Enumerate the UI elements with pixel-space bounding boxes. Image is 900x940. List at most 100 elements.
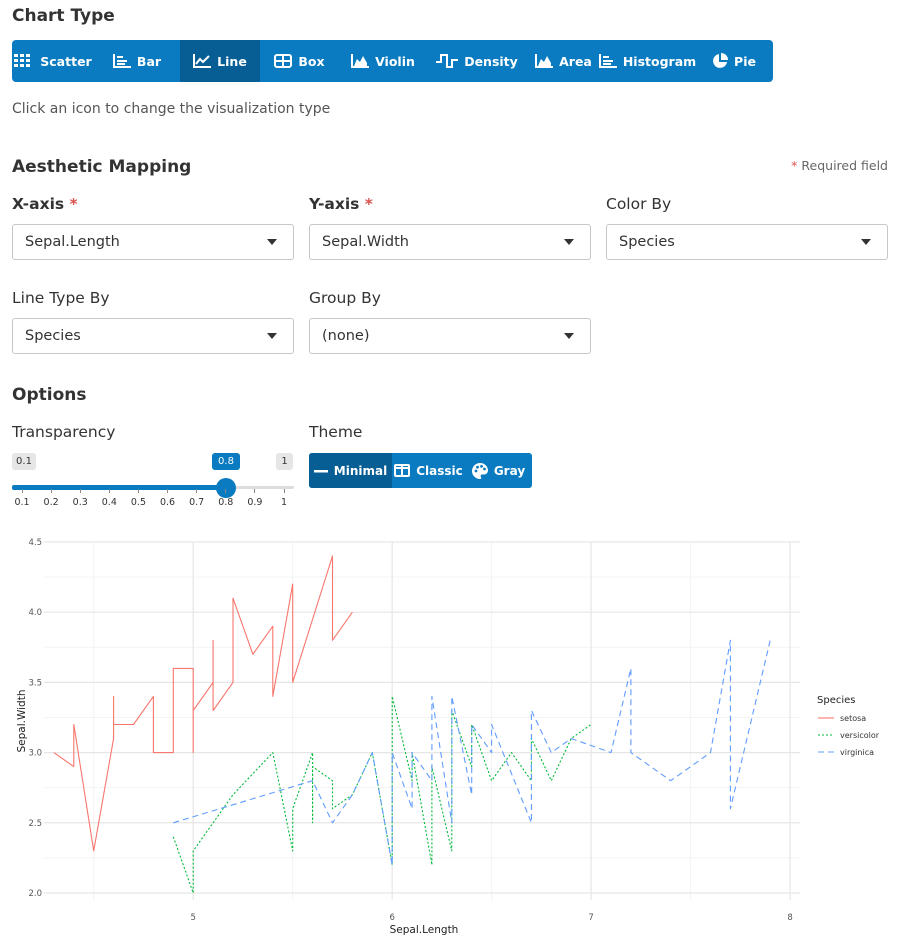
density-icon [436,54,464,68]
x-axis-label-text: X-axis [12,195,65,213]
slider-tick-label: 0.6 [159,497,176,508]
line-chart-icon [193,54,217,68]
area-icon [535,54,559,68]
slider-tick [21,489,23,493]
x-axis-label: X-axis * [12,195,78,213]
chart-type-button-label: Scatter [40,53,92,69]
chart-type-line-button[interactable]: Line [180,40,260,82]
slider-tick-label: 0.8 [218,497,234,508]
y-tick-label: 4.5 [28,538,42,548]
color-by-label: Color By [606,195,672,213]
theme-minimal-button[interactable]: Minimal [309,453,392,488]
x-tick-label: 6 [389,913,394,923]
slider-min-label: 0.1 [12,453,36,470]
series-line-setosa [53,555,353,852]
line-type-label: Line Type By [12,289,110,307]
slider-tick [50,489,52,493]
slider-tick-label: 0.5 [130,497,146,508]
x-axis-required-star: * [69,195,78,213]
chart-type-button-label: Area [559,53,592,69]
chart-type-button-label: Pie [734,53,756,69]
theme-button-label: Minimal [333,463,388,478]
y-axis-select-value: Sepal.Width [322,234,409,250]
y-axis-label: Y-axis * [309,195,373,213]
required-note: * Required field [791,158,888,173]
columns-icon [394,464,416,477]
slider-tick [167,489,169,493]
legend-label: versicolor [840,731,880,740]
x-axis-select[interactable]: Sepal.Length [12,224,294,260]
chart-type-button-label: Box [298,53,325,69]
theme-button-label: Classic [416,463,463,478]
line-chart: 5 6 7 8 2.0 2.5 3.0 3.5 4.0 4.5 Sepal.Length Sepal.… [16,538,880,936]
line-type-select-value: Species [25,328,81,344]
slider-max-label: 1 [276,453,293,470]
chart-type-bar-button[interactable]: Bar [94,40,180,82]
chart-type-toolbar: Scatter Bar Line Box Violin Density Area Histog… [12,40,773,82]
chart-type-pie-button[interactable]: Pie [695,40,773,82]
chevron-down-icon [267,333,277,339]
slider-tick-label: 0.7 [189,497,205,508]
chart-type-histogram-button[interactable]: Histogram [598,40,696,82]
aesthetic-heading: Aesthetic Mapping [12,157,192,177]
required-note-text: Required field [801,158,888,173]
chart-type-help: Click an icon to change the visualizatio… [12,101,331,117]
chart-type-scatter-button[interactable]: Scatter [12,40,94,82]
x-tick-label: 8 [787,913,792,923]
chart-type-button-label: Bar [136,53,162,69]
minus-icon [313,466,334,476]
required-star: * [791,158,798,173]
palette-icon [471,462,494,479]
group-by-select-value: (none) [322,328,370,344]
legend-label: setosa [840,714,866,723]
theme-gray-button[interactable]: Gray [465,453,532,488]
slider-tick [196,489,198,493]
y-tick-label: 3.0 [28,749,42,759]
x-tick-label: 7 [588,913,593,923]
series-line-versicolor [172,695,592,894]
x-axis-title: Sepal.Length [390,924,459,936]
chart-type-violin-button[interactable]: Violin [339,40,427,82]
y-axis-title: Sepal.Width [16,690,28,753]
violin-icon [351,54,375,68]
x-tick-label: 5 [190,913,195,923]
chart-type-area-button[interactable]: Area [527,40,600,82]
y-tick-label: 2.5 [28,819,42,829]
color-by-select[interactable]: Species [606,224,888,260]
y-axis-select[interactable]: Sepal.Width [309,224,591,260]
chart-type-box-button[interactable]: Box [260,40,339,82]
slider-value-label: 0.8 [212,453,240,470]
chevron-down-icon [564,333,574,339]
y-tick-label: 4.0 [28,608,42,618]
theme-toolbar: Minimal Classic Gray [309,453,532,488]
bar-icon [112,54,137,68]
theme-classic-button[interactable]: Classic [392,453,465,488]
y-tick-label: 2.0 [28,889,42,899]
slider-tick-label: 0.1 [14,497,30,508]
chevron-down-icon [267,239,277,245]
slider-tick-label: 0.9 [247,497,263,508]
legend-label: virginica [840,748,874,757]
slider-tick [137,489,139,493]
group-by-select[interactable]: (none) [309,318,591,354]
transparency-label: Transparency [12,423,116,441]
color-by-select-value: Species [619,234,675,250]
slider-handle[interactable] [215,478,236,498]
y-axis-required-star: * [364,195,373,213]
slider-tick-label: 0.4 [101,497,117,508]
chart-type-button-label: Line [217,53,247,69]
options-heading: Options [12,385,87,405]
y-axis-label-text: Y-axis [309,195,360,213]
scatter-icon [14,54,40,68]
box-icon [274,54,298,68]
group-by-label: Group By [309,289,381,307]
line-type-select[interactable]: Species [12,318,294,354]
pie-icon [712,53,734,69]
chevron-down-icon [861,239,871,245]
legend-title: Species [817,695,856,706]
slider-tick [254,489,256,493]
chart-type-density-button[interactable]: Density [427,40,527,82]
slider-fill [12,485,226,490]
chart-type-heading: Chart Type [12,6,115,26]
slider-tick [225,489,227,493]
